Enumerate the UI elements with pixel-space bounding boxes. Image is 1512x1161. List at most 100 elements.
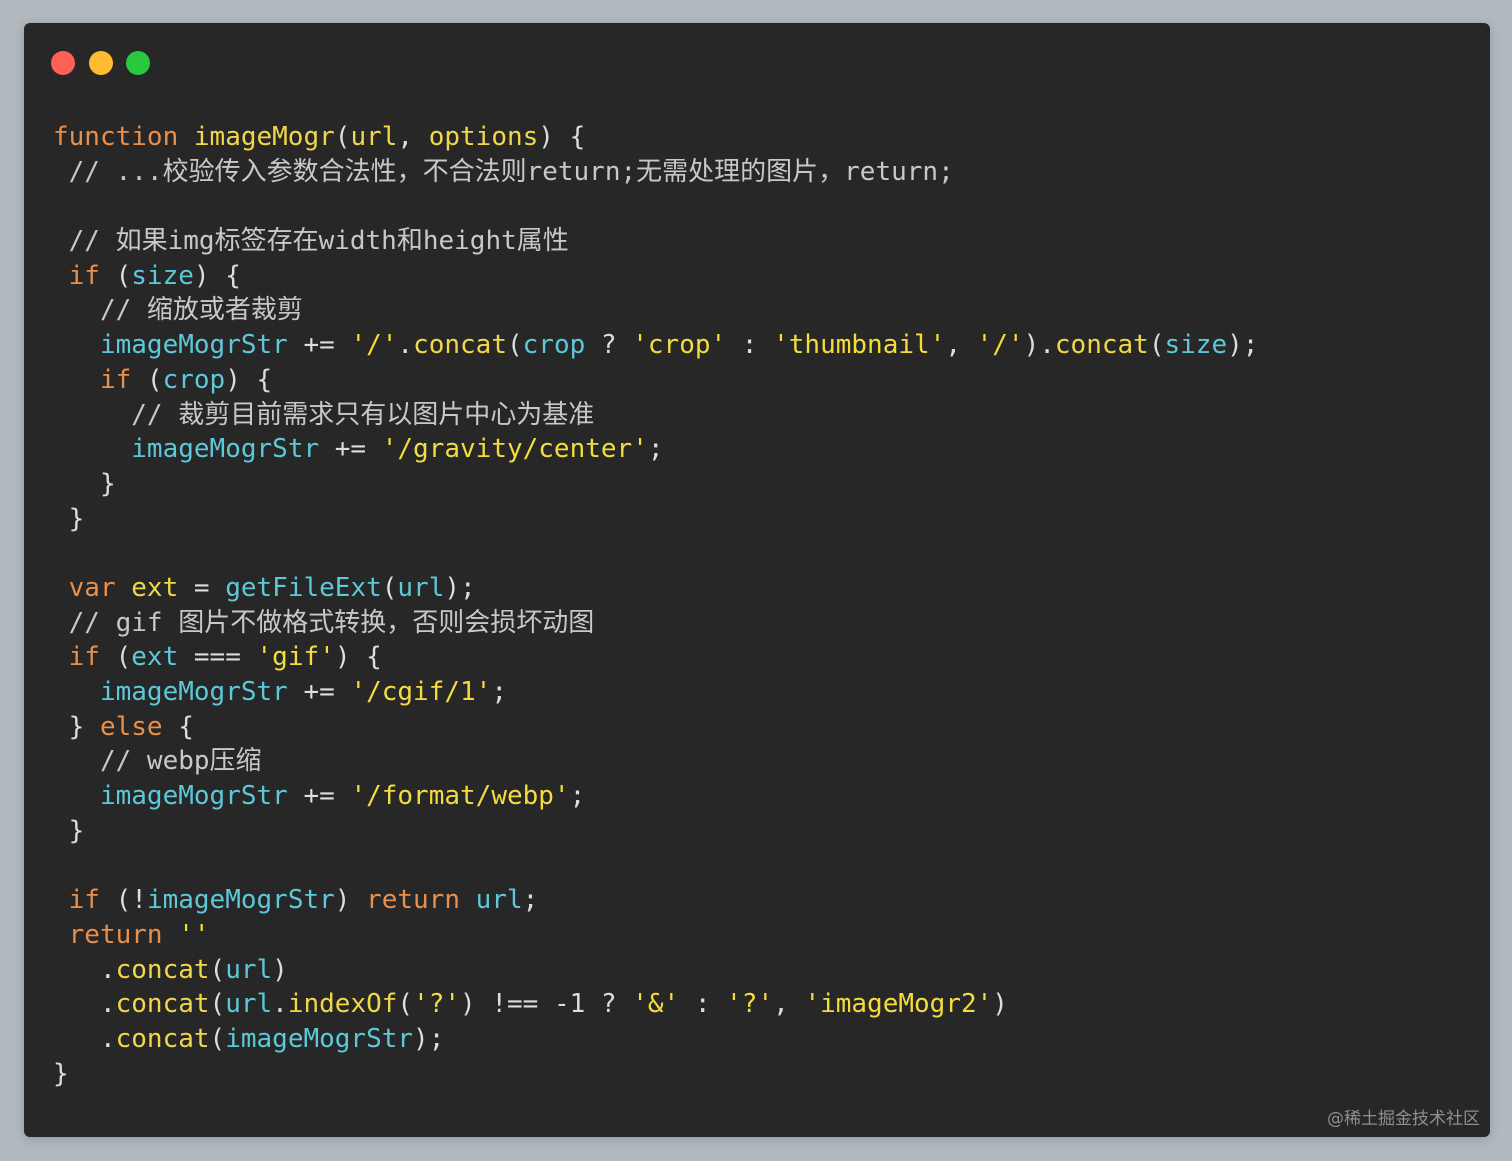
code-line: // gif 图片不做格式转换，否则会损坏动图 xyxy=(53,606,1473,641)
minimize-dot-icon[interactable] xyxy=(88,51,113,75)
code-token-method: indexOf xyxy=(287,989,398,1020)
code-token-string: 'crop' xyxy=(632,330,727,361)
code-token-punct: ); xyxy=(1227,330,1259,361)
code-token-punct: . xyxy=(397,330,414,361)
code-token-comment: // 如果img标签存在width和height属性 xyxy=(53,226,569,257)
code-token-keyword: else xyxy=(99,711,163,742)
code-token-identifier: imageMogrStr xyxy=(131,434,320,465)
code-line: imageMogrStr += '/gravity/center'; xyxy=(53,432,1473,467)
code-token-punct: ( xyxy=(209,989,226,1020)
code-token-punct: ; xyxy=(491,677,507,707)
code-token-punct: ) { xyxy=(334,642,382,673)
code-token-punct: ; xyxy=(647,434,664,465)
code-window: function imageMogr(url, options) { // ..… xyxy=(24,23,1490,1137)
code-token-method: concat xyxy=(115,1023,210,1054)
code-line: var ext = getFileExt(url); xyxy=(53,571,1473,606)
code-token-param: options xyxy=(428,122,539,152)
code-token-string: 'imageMogr2' xyxy=(804,989,993,1020)
code-token-method: concat xyxy=(115,989,210,1020)
code-token-identifier: url xyxy=(475,885,523,916)
code-line: return '' xyxy=(53,918,1473,953)
code-token-punct: , xyxy=(773,989,805,1020)
code-token-punct: ( xyxy=(209,1023,226,1054)
code-line: } xyxy=(53,814,1473,849)
code-token-punct: } xyxy=(53,468,116,499)
code-token-method: concat xyxy=(1054,330,1149,361)
code-token-string: 'gif' xyxy=(256,642,335,673)
code-token-punct: === xyxy=(178,642,257,673)
code-token-punct: ) !== -1 ? xyxy=(460,989,633,1020)
code-token-punct: ) { xyxy=(538,122,586,152)
code-token-string: '?' xyxy=(726,989,774,1020)
code-token-comment: // gif 图片不做格式转换，否则会损坏动图 xyxy=(53,607,595,638)
code-token-string: '/' xyxy=(350,330,398,361)
code-token-punct: ( xyxy=(381,572,398,603)
code-token-identifier: imageMogrStr xyxy=(146,885,335,916)
maximize-dot-icon[interactable] xyxy=(126,51,150,75)
code-token-punct: += xyxy=(287,330,351,361)
code-token-punct: (! xyxy=(99,885,147,916)
code-token-punct: { xyxy=(162,711,194,742)
code-token-punct: ) { xyxy=(225,364,273,395)
code-token-string: '' xyxy=(178,919,210,950)
code-token-punct: ; xyxy=(569,781,586,812)
code-block: function imageMogr(url, options) { // ..… xyxy=(53,120,1473,1091)
code-token-identifier: size xyxy=(1164,330,1228,361)
code-token-identifier: size xyxy=(131,260,194,291)
code-token-punct: ( xyxy=(131,364,163,395)
code-line: if (ext === 'gif') { xyxy=(53,640,1473,675)
code-line: imageMogrStr += '/cgif/1'; xyxy=(53,675,1473,710)
code-token-string: '/cgif/1' xyxy=(350,677,492,707)
code-token-string: '?' xyxy=(413,989,461,1020)
code-token-punct: ) xyxy=(334,885,367,916)
code-line: imageMogrStr += '/format/webp'; xyxy=(53,779,1473,814)
code-token-comment: // 裁剪目前需求只有以图片中心为基准 xyxy=(53,399,595,430)
code-token-punct: } xyxy=(53,711,100,742)
code-token-punct: ( xyxy=(506,330,523,361)
code-token-identifier: crop xyxy=(522,330,586,361)
code-token-string: 'thumbnail' xyxy=(773,330,946,361)
code-token-punct: ( xyxy=(99,260,132,291)
code-token-identifier: url xyxy=(225,954,273,985)
code-token-punct: } xyxy=(53,1058,69,1089)
code-line: if (crop) { xyxy=(53,363,1473,398)
code-token-identifier: crop xyxy=(162,364,226,395)
code-token-identifier: imageMogrStr xyxy=(99,677,288,707)
code-token-identifier: getFileExt xyxy=(225,572,382,603)
code-token-identifier: url xyxy=(225,989,273,1020)
code-token-identifier: imageMogrStr xyxy=(99,781,288,812)
code-token-punct: ) { xyxy=(193,260,241,291)
code-token-keyword: if xyxy=(68,885,100,916)
code-token-punct: ( xyxy=(1148,330,1165,361)
code-token-punct: ( xyxy=(397,989,414,1020)
watermark: @稀土掘金技术社区 xyxy=(1327,1109,1480,1129)
code-token-identifier: imageMogrStr xyxy=(225,1023,414,1054)
code-token-punct: . xyxy=(53,1023,116,1054)
code-token-punct: += xyxy=(287,677,351,707)
code-token-punct: : xyxy=(679,989,727,1020)
code-token-punct: . xyxy=(53,989,116,1020)
code-token-function_name: imageMogr xyxy=(193,122,335,152)
close-dot-icon[interactable] xyxy=(51,51,75,75)
code-line: } xyxy=(53,502,1473,537)
code-line: } xyxy=(53,467,1473,502)
window-controls xyxy=(51,51,164,75)
code-token-punct: = xyxy=(178,572,226,603)
code-token-param: url xyxy=(350,122,398,152)
code-line: .concat(imageMogrStr); xyxy=(53,1022,1473,1057)
code-token-identifier: ext xyxy=(131,642,179,673)
code-token-punct: ); xyxy=(413,1023,445,1054)
code-token-punct: . xyxy=(53,954,116,985)
code-token-punct: } xyxy=(53,503,85,534)
